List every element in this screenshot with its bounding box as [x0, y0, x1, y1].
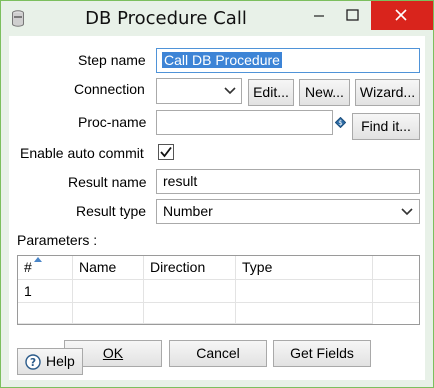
dialog-window: DB Procedure Call Step name Call DB Proc…: [0, 0, 434, 388]
auto-commit-checkbox[interactable]: [158, 144, 174, 160]
result-name-label: Result name: [68, 174, 147, 190]
column-header-number[interactable]: #: [18, 256, 73, 280]
minimize-icon: [314, 15, 324, 17]
close-button[interactable]: [371, 1, 433, 30]
step-name-input[interactable]: Call DB Procedure: [156, 48, 420, 73]
column-header-direction[interactable]: Direction: [144, 256, 236, 280]
result-name-input[interactable]: result: [156, 169, 420, 194]
maximize-icon: [346, 9, 359, 21]
parameters-label: Parameters :: [17, 232, 98, 248]
svg-text:$: $: [338, 119, 342, 127]
table-empty-cell: [144, 303, 236, 324]
get-fields-button-label: Get Fields: [290, 345, 354, 361]
table-empty-cell: [18, 303, 73, 324]
table-cell-direction[interactable]: [144, 280, 236, 303]
find-procedure-button[interactable]: Find it...: [352, 113, 420, 140]
svg-text:?: ?: [30, 357, 36, 369]
checkmark-icon: [160, 146, 172, 158]
column-header-filler: [373, 256, 419, 280]
new-button-label: New...: [305, 84, 344, 100]
table-cell-type[interactable]: [236, 280, 373, 303]
result-type-value: Number: [163, 203, 213, 219]
dialog-body: Step name Call DB Procedure Connection E…: [9, 36, 425, 380]
table-empty-cell: [73, 303, 144, 324]
window-title: DB Procedure Call: [85, 8, 247, 29]
table-row-number[interactable]: 1: [18, 280, 73, 303]
help-icon: ?: [25, 354, 41, 370]
variable-icon[interactable]: $: [335, 117, 346, 128]
new-connection-button[interactable]: New...: [299, 79, 350, 106]
close-icon: [395, 9, 407, 21]
cancel-button-label: Cancel: [196, 345, 240, 361]
column-header-name[interactable]: Name: [73, 256, 144, 280]
result-type-select[interactable]: Number: [156, 199, 420, 224]
help-button[interactable]: ? Help: [17, 348, 83, 375]
chevron-down-icon: [401, 208, 413, 216]
table-cell-filler: [373, 280, 419, 303]
step-name-value: Call DB Procedure: [162, 52, 282, 68]
find-button-label: Find it...: [361, 118, 411, 134]
proc-name-input[interactable]: [156, 110, 333, 135]
help-button-label: Help: [46, 353, 75, 369]
proc-name-label: Proc-name: [78, 114, 147, 130]
minimize-button[interactable]: [297, 1, 341, 30]
cancel-button[interactable]: Cancel: [169, 340, 267, 367]
sort-ascending-icon: [34, 257, 42, 262]
connection-select[interactable]: [156, 78, 242, 104]
result-name-value: result: [163, 173, 198, 189]
ok-button-label: OK: [102, 345, 124, 361]
step-name-label: Step name: [78, 52, 146, 68]
get-fields-button[interactable]: Get Fields: [273, 340, 371, 367]
header-label: #: [24, 259, 32, 275]
title-bar[interactable]: DB Procedure Call: [1, 1, 433, 35]
wizard-button-label: Wizard...: [359, 84, 416, 100]
connection-label: Connection: [74, 81, 145, 97]
column-header-type[interactable]: Type: [236, 256, 373, 280]
parameters-table: # Name Direction Type 1: [17, 255, 420, 325]
chevron-down-icon: [224, 87, 236, 95]
connection-wizard-button[interactable]: Wizard...: [355, 79, 420, 106]
auto-commit-label: Enable auto commit: [20, 145, 144, 161]
edit-button-label: Edit...: [253, 84, 289, 100]
result-type-label: Result type: [76, 203, 147, 219]
edit-connection-button[interactable]: Edit...: [248, 79, 294, 106]
table-cell-name[interactable]: [73, 280, 144, 303]
table-empty-cell: [236, 303, 373, 324]
